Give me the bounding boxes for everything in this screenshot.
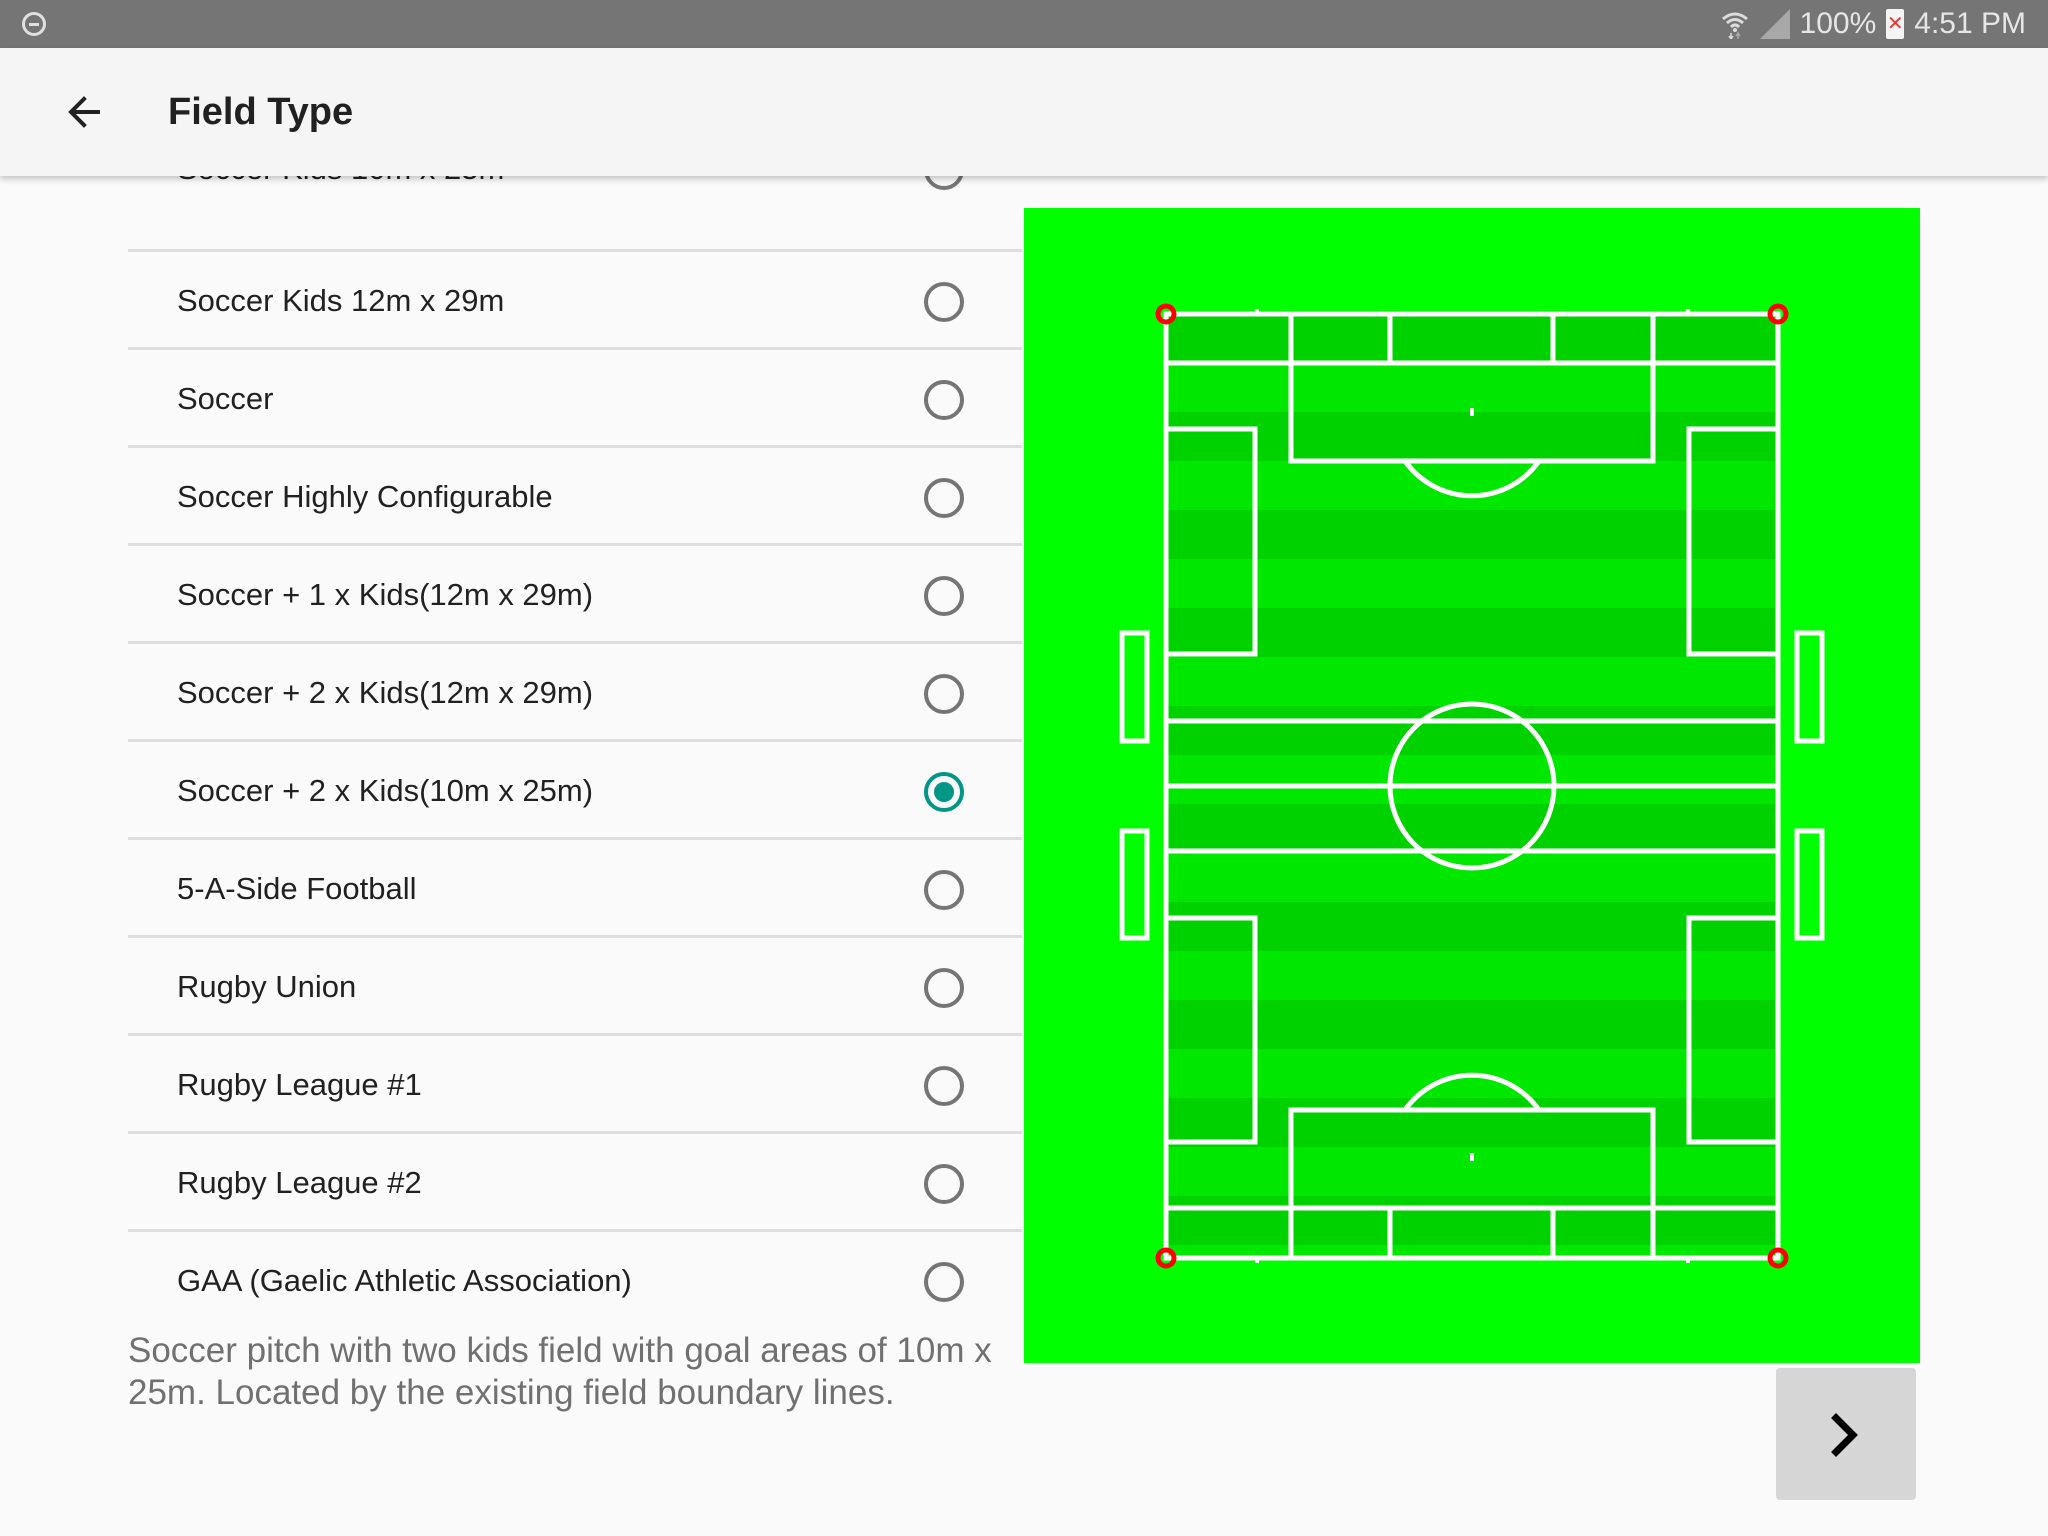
next-button[interactable] — [1776, 1368, 1916, 1500]
tick-mark — [1686, 309, 1690, 314]
list-item-label: Soccer Kids 12m x 29m — [177, 283, 505, 318]
radio-button[interactable] — [924, 968, 964, 1008]
grass-stripe — [1166, 1196, 1778, 1245]
cell-signal-icon — [1759, 9, 1790, 39]
grass-stripe — [1166, 461, 1778, 510]
radio-button[interactable] — [924, 1262, 964, 1302]
battery-not-charging-icon: ✕ — [1886, 9, 1905, 39]
grass-stripe — [1166, 951, 1778, 1000]
tick-mark — [1255, 1258, 1259, 1263]
list-item-soccer-2-kids-10x25[interactable]: Soccer + 2 x Kids(10m x 25m) — [128, 742, 1022, 840]
grass-stripe — [1166, 657, 1778, 706]
tick-mark — [1686, 1258, 1690, 1263]
grass-stripe — [1166, 412, 1778, 461]
list-item-soccer[interactable]: Soccer — [128, 350, 1022, 448]
radio-button[interactable] — [924, 1066, 964, 1106]
list-item-label: Soccer — [177, 381, 274, 416]
grass-stripe — [1166, 559, 1778, 608]
radio-button[interactable] — [924, 380, 964, 420]
status-icons: 100% ✕ 4:51 PM — [1720, 0, 2026, 48]
list-item-soccer-1-kids-12x29[interactable]: Soccer + 1 x Kids(12m x 29m) — [128, 546, 1022, 644]
wifi-icon — [1720, 9, 1750, 41]
radio-button[interactable] — [924, 870, 964, 910]
grass-stripe — [1166, 755, 1778, 804]
field-type-list[interactable]: Soccer Kids 10m x 25m Soccer Kids 12m x … — [128, 154, 1022, 1336]
list-item-label: Soccer + 2 x Kids(12m x 29m) — [177, 675, 594, 710]
list-item-label: Soccer + 1 x Kids(12m x 29m) — [177, 577, 594, 612]
list-item-soccer-2-kids-12x29[interactable]: Soccer + 2 x Kids(12m x 29m) — [128, 644, 1022, 742]
list-item-rugby-league-1[interactable]: Rugby League #1 — [128, 1036, 1022, 1134]
bottom-penalty-spot — [1470, 1153, 1474, 1161]
radio-button-selected[interactable] — [924, 772, 964, 812]
clock: 4:51 PM — [1914, 7, 2026, 40]
grass-stripe — [1166, 1098, 1778, 1147]
status-bar: 100% ✕ 4:51 PM — [0, 0, 2048, 48]
grass-stripe — [1166, 1000, 1778, 1049]
radio-button[interactable] — [924, 282, 964, 322]
list-item-soccer-kids-12x29[interactable]: Soccer Kids 12m x 29m — [128, 252, 1022, 350]
list-item-label: Soccer Highly Configurable — [177, 479, 553, 514]
tick-mark — [1255, 309, 1259, 314]
list-item-label: GAA (Gaelic Athletic Association) — [177, 1263, 632, 1298]
grass-stripe — [1166, 706, 1778, 755]
battery-percent: 100% — [1799, 7, 1877, 40]
radio-button[interactable] — [924, 478, 964, 518]
back-button[interactable] — [62, 88, 116, 136]
chevron-right-icon — [1831, 1413, 1858, 1457]
field-preview — [1024, 208, 1920, 1363]
field-type-description: Soccer pitch with two kids field with go… — [128, 1331, 992, 1412]
grass-stripe — [1166, 510, 1778, 559]
list-item-label: Rugby Union — [177, 969, 357, 1004]
list-item-soccer-highly-configurable[interactable]: Soccer Highly Configurable — [128, 448, 1022, 546]
grass-stripe — [1166, 314, 1778, 363]
list-item-rugby-union[interactable]: Rugby Union — [128, 938, 1022, 1036]
list-item-rugby-league-2[interactable]: Rugby League #2 — [128, 1134, 1022, 1232]
pitch-diagram — [1024, 208, 1920, 1363]
grass-stripe — [1166, 608, 1778, 657]
list-item-label: Rugby League #1 — [177, 1067, 422, 1102]
list-item-label: 5-A-Side Football — [177, 871, 417, 906]
radio-button[interactable] — [924, 576, 964, 616]
list-item-gaa[interactable]: GAA (Gaelic Athletic Association) — [128, 1232, 1022, 1330]
radio-button[interactable] — [924, 674, 964, 714]
list-item-label: Rugby League #2 — [177, 1165, 422, 1200]
page-title: Field Type — [168, 91, 354, 133]
radio-button[interactable] — [924, 1164, 964, 1204]
do-not-disturb-icon — [22, 12, 46, 36]
grass-stripe — [1166, 902, 1778, 951]
app-bar: Field Type — [0, 48, 2048, 176]
grass-stripe — [1166, 853, 1778, 902]
grass-stripe — [1166, 804, 1778, 853]
grass-stripe — [1166, 363, 1778, 412]
top-penalty-spot — [1470, 408, 1474, 416]
list-item-label: Soccer + 2 x Kids(10m x 25m) — [177, 773, 594, 808]
list-item-5-a-side-football[interactable]: 5-A-Side Football — [128, 840, 1022, 938]
arrow-back-icon — [68, 96, 100, 128]
